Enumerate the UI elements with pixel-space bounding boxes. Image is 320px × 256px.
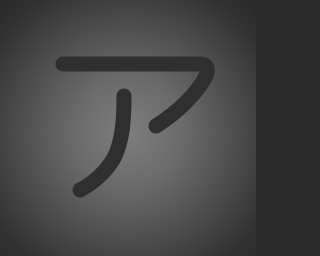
glyph-vertical-sweep-stroke bbox=[72, 88, 132, 198]
glyph-top-hook-stroke bbox=[55, 56, 215, 134]
app-icon-tile: ア bbox=[0, 0, 256, 256]
katakana-a-icon bbox=[55, 56, 215, 198]
